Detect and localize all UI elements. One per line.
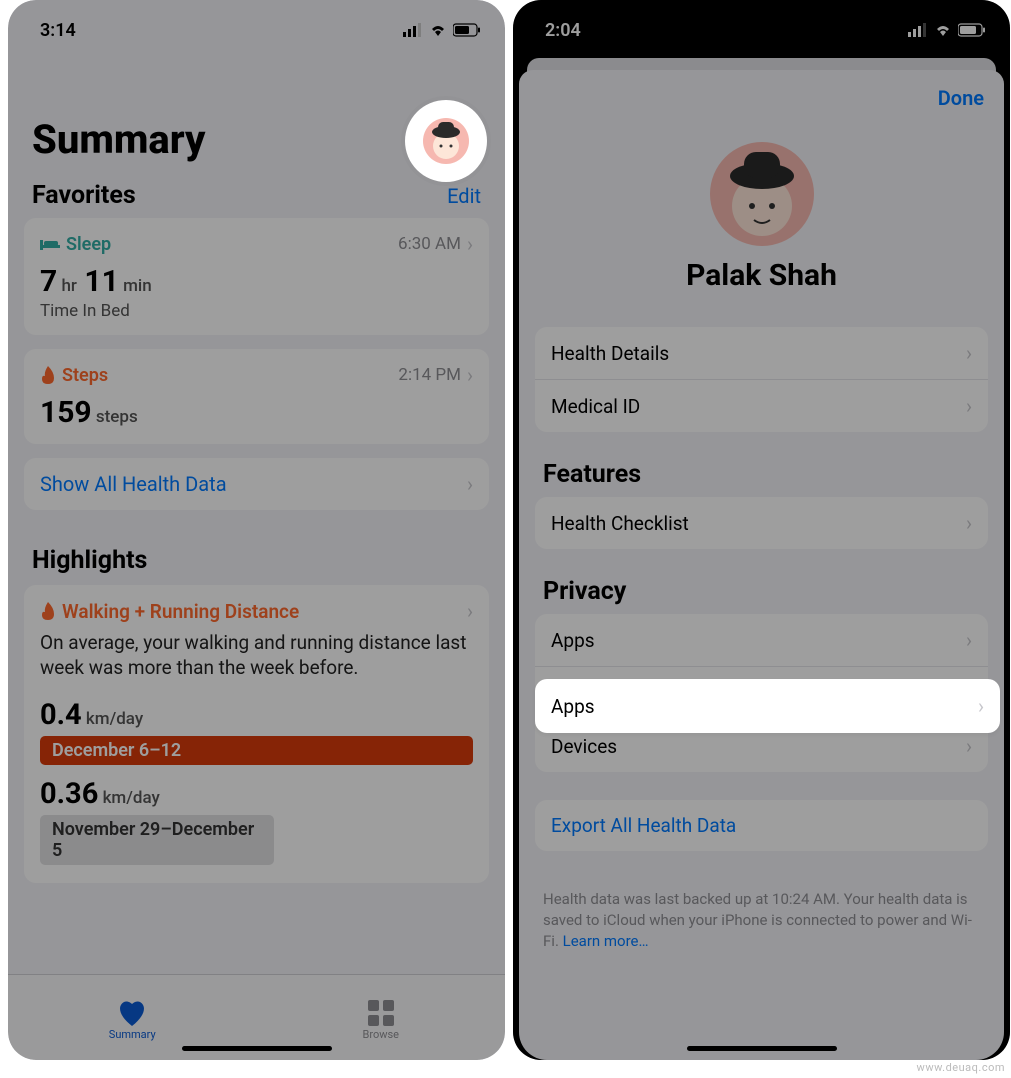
- sleep-label-text: Sleep: [66, 234, 111, 255]
- export-health-data[interactable]: Export All Health Data: [535, 800, 988, 851]
- backup-footer: Health data was last backed up at 10:24 …: [519, 879, 1004, 952]
- walking-distance-card[interactable]: Walking + Running Distance › On average,…: [24, 585, 489, 883]
- walking-label: Walking + Running Distance: [40, 600, 299, 623]
- status-icons: [908, 23, 986, 37]
- chevron-right-icon: ›: [966, 341, 972, 365]
- steps-value: 159 steps: [40, 395, 473, 430]
- steps-label: Steps: [40, 365, 108, 386]
- sleep-value: 7 hr 11 min: [40, 264, 473, 299]
- status-time: 3:14: [40, 20, 76, 41]
- cellular-icon: [908, 23, 928, 37]
- walking-val2: 0.36 km/day: [40, 777, 473, 811]
- chevron-right-icon: ›: [978, 694, 984, 718]
- profile-sheet: Done Palak Shah Health Details › Medical…: [519, 70, 1004, 1060]
- grid-icon: [368, 1000, 394, 1026]
- features-title: Features: [519, 460, 1004, 497]
- profile-avatar[interactable]: [710, 142, 814, 246]
- favorites-title: Favorites: [32, 181, 136, 210]
- avatar: [423, 118, 469, 164]
- steps-label-text: Steps: [62, 365, 108, 386]
- favorites-header: Favorites Edit: [8, 181, 505, 218]
- show-all-health-data[interactable]: Show All Health Data ›: [24, 458, 489, 510]
- wifi-icon: [934, 23, 952, 37]
- home-indicator[interactable]: [687, 1046, 837, 1051]
- status-bar: 2:04: [513, 0, 1010, 48]
- chevron-right-icon: ›: [467, 232, 473, 256]
- highlights-title: Highlights: [8, 524, 505, 585]
- health-details-item[interactable]: Health Details ›: [535, 327, 988, 379]
- walking-body: On average, your walking and running dis…: [40, 631, 473, 680]
- profile-avatar-button[interactable]: [405, 100, 487, 182]
- chevron-right-icon: ›: [467, 363, 473, 387]
- flame-icon: [40, 602, 56, 620]
- chevron-right-icon: ›: [467, 599, 473, 623]
- sleep-card[interactable]: Sleep 6:30 AM › 7 hr 11 min Time In Bed: [24, 218, 489, 335]
- tab-bar: Summary Browse: [8, 974, 505, 1060]
- phone-profile: 2:04 Done Palak Shah Health Details › Me…: [513, 0, 1010, 1060]
- sleep-sub: Time In Bed: [40, 301, 473, 321]
- walking-range-primary: December 6–12: [40, 736, 473, 765]
- profile-name: Palak Shah: [519, 258, 1004, 293]
- medical-id-item[interactable]: Medical ID ›: [535, 379, 988, 432]
- done-button[interactable]: Done: [938, 86, 984, 110]
- wifi-icon: [429, 23, 447, 37]
- apps-item-highlighted[interactable]: Apps ›: [535, 679, 1000, 733]
- heart-icon: [117, 1000, 147, 1026]
- walking-val1: 0.4 km/day: [40, 698, 473, 732]
- home-indicator[interactable]: [182, 1046, 332, 1051]
- chevron-right-icon: ›: [966, 628, 972, 652]
- chevron-right-icon: ›: [966, 394, 972, 418]
- steps-time: 2:14 PM ›: [398, 363, 473, 387]
- status-time: 2:04: [545, 20, 581, 41]
- memoji-icon: [423, 118, 469, 164]
- features-group: Health Checklist ›: [535, 497, 988, 549]
- apps-item[interactable]: Apps ›: [535, 614, 988, 666]
- battery-icon: [958, 23, 986, 37]
- chevron-right-icon: ›: [966, 734, 972, 758]
- phone-summary: 3:14 Summary Favorites Edit Sleep 6:30 A…: [8, 0, 505, 1060]
- flame-icon: [40, 366, 56, 384]
- memoji-icon: [710, 142, 814, 246]
- chevron-right-icon: ›: [966, 511, 972, 535]
- status-icons: [403, 23, 481, 37]
- bed-icon: [40, 237, 60, 251]
- export-group: Export All Health Data: [535, 800, 988, 851]
- chevron-right-icon: ›: [467, 472, 473, 496]
- privacy-title: Privacy: [519, 577, 1004, 614]
- walking-range-secondary: November 29–December 5: [40, 815, 274, 865]
- watermark: www.deuaq.com: [917, 1061, 1005, 1074]
- sleep-time: 6:30 AM ›: [398, 232, 473, 256]
- cellular-icon: [403, 23, 423, 37]
- sleep-label: Sleep: [40, 234, 111, 255]
- learn-more-link[interactable]: Learn more…: [563, 932, 649, 950]
- edit-button[interactable]: Edit: [447, 184, 481, 208]
- battery-icon: [453, 23, 481, 37]
- steps-card[interactable]: Steps 2:14 PM › 159 steps: [24, 349, 489, 444]
- status-bar: 3:14: [8, 0, 505, 48]
- profile-group: Health Details › Medical ID ›: [535, 327, 988, 432]
- health-checklist-item[interactable]: Health Checklist ›: [535, 497, 988, 549]
